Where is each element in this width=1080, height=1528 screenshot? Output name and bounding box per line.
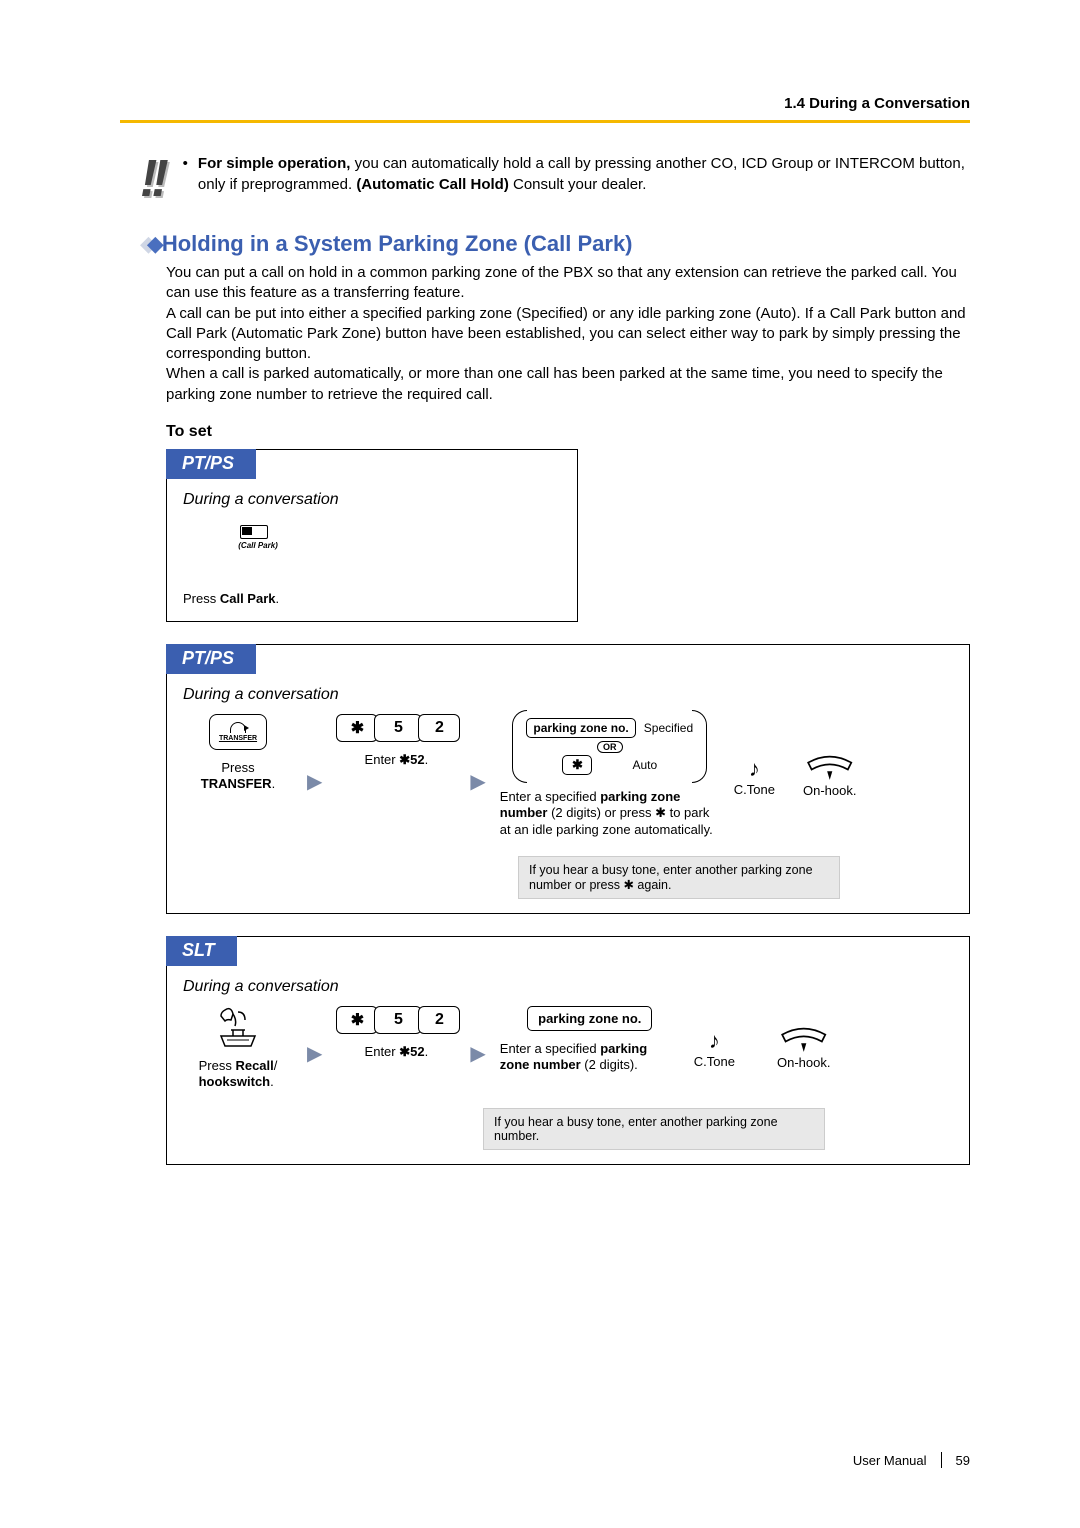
confirmation-tone-icon: ♪ C.Tone (734, 756, 775, 797)
key-sequence-icon: ✱ 5 2 (336, 1006, 456, 1034)
call-park-button-icon: (Call Park) (232, 525, 276, 561)
on-hook-icon: On-hook. (803, 754, 856, 798)
procedure-box-ptps-simple: PT/PS During a conversation (Call Park) … (166, 449, 578, 622)
chapter-header: 1.4 During a Conversation (120, 95, 970, 123)
procedure-box-slt: SLT During a conversation Pr (166, 936, 970, 1166)
step-press-transfer: TRANSFER Press TRANSFER. (183, 714, 293, 793)
on-hook-icon: On-hook. (777, 1026, 830, 1070)
step-enter-52: ✱ 5 2 Enter ✱52. (336, 714, 456, 768)
busy-tone-note: If you hear a busy tone, enter another p… (483, 1108, 825, 1150)
step-press-recall: Press Recall/hookswitch. (183, 1006, 293, 1091)
diamond-icon: ◆◆ (140, 231, 154, 257)
arrow-icon: ▶ (307, 759, 322, 794)
arrow-icon: ▶ (470, 1031, 485, 1066)
step-parking-zone-number: parking zone no. Enter a specified parki… (500, 1006, 680, 1074)
step-press-call-park: (Call Park) Press Call Park. (229, 525, 279, 607)
exclamation-icon: !! (140, 153, 163, 201)
to-set-heading: To set (166, 423, 970, 441)
section-title: Holding in a System Parking Zone (Call P… (162, 231, 633, 257)
during-conversation-label: During a conversation (183, 491, 561, 509)
tab-ptps: PT/PS (166, 644, 256, 674)
handset-down-icon (777, 1026, 830, 1055)
key-sequence-icon: ✱ 5 2 (336, 714, 456, 742)
parking-zone-no-pill: parking zone no. (526, 718, 635, 738)
parking-zone-no-pill: parking zone no. (527, 1006, 652, 1031)
handset-down-icon (803, 754, 856, 783)
note-text: For simple operation, you can automatica… (198, 153, 970, 195)
procedure-box-ptps-full: PT/PS During a conversation TRANSFER Pre… (166, 644, 970, 914)
busy-tone-note: If you hear a busy tone, enter another p… (518, 856, 840, 899)
during-conversation-label: During a conversation (183, 686, 953, 704)
transfer-button-icon: TRANSFER (209, 714, 267, 750)
during-conversation-label: During a conversation (183, 978, 953, 996)
arrow-icon: ▶ (470, 759, 485, 794)
tab-ptps: PT/PS (166, 449, 256, 479)
footer-page-number: 59 (956, 1453, 970, 1468)
important-note: !! • For simple operation, you can autom… (140, 153, 970, 201)
tab-slt: SLT (166, 936, 237, 966)
section-paragraph: You can put a call on hold in a common p… (166, 263, 970, 405)
arrow-icon: ▶ (307, 1031, 322, 1066)
hookswitch-icon (213, 1006, 263, 1048)
bullet-dot: • (183, 153, 188, 195)
or-pill: OR (597, 741, 623, 753)
confirmation-tone-icon: ♪ C.Tone (694, 1028, 735, 1069)
page-footer: User Manual 59 (853, 1452, 970, 1468)
footer-manual-label: User Manual (853, 1453, 927, 1468)
star-key-icon: ✱ (562, 755, 592, 775)
section-title-row: ◆◆ Holding in a System Parking Zone (Cal… (140, 231, 970, 257)
step-parking-zone-choice: parking zone no. Specified OR ✱ Auto Ent… (500, 714, 720, 838)
step-enter-52: ✱ 5 2 Enter ✱52. (336, 1006, 456, 1060)
